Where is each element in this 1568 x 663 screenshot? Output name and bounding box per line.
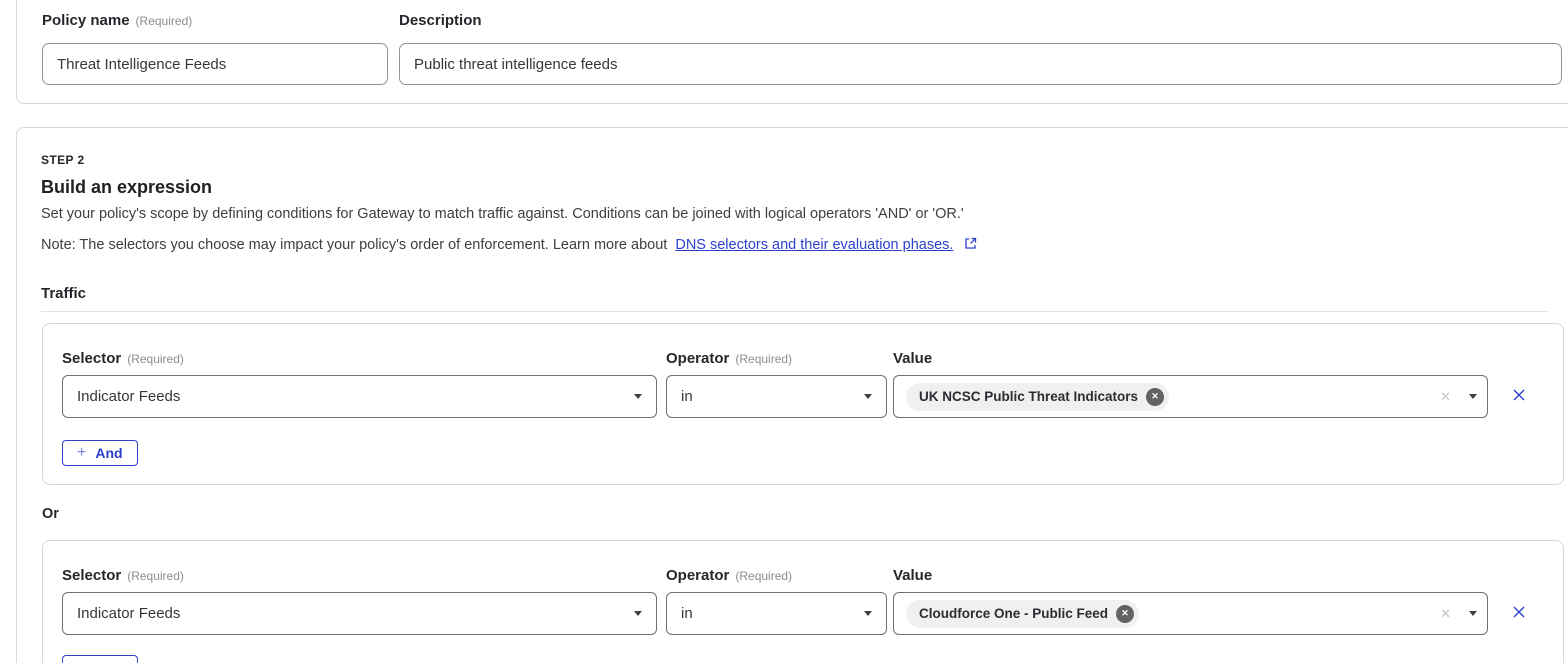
and-button[interactable]: + And — [62, 440, 138, 466]
value-label: Value — [893, 567, 932, 584]
selector-label: Selector — [62, 350, 121, 367]
operator-required: (Required) — [735, 352, 792, 366]
chevron-down-icon — [1469, 394, 1477, 399]
clear-value-icon[interactable]: ✕ — [1440, 389, 1451, 405]
condition1-selector-label-row: Selector (Required) — [62, 350, 184, 368]
gateway-policy-builder-page: Policy name (Required) Description STEP 2… — [0, 0, 1568, 663]
chevron-down-icon — [864, 394, 872, 399]
condition1-value-multiselect[interactable]: UK NCSC Public Threat Indicators ✕ ✕ — [893, 375, 1488, 418]
chevron-down-icon — [1469, 611, 1477, 616]
policy-name-input[interactable] — [42, 43, 388, 85]
description-label-row: Description — [399, 12, 482, 30]
clear-value-icon[interactable]: ✕ — [1440, 606, 1451, 622]
condition1-operator-dropdown[interactable]: in — [666, 375, 887, 418]
step-label: STEP 2 — [41, 153, 85, 167]
condition2-operator-dropdown[interactable]: in — [666, 592, 887, 635]
condition1-value-label-row: Value — [893, 350, 932, 368]
dns-selectors-link[interactable]: DNS selectors and their evaluation phase… — [675, 237, 953, 253]
policy-name-label: Policy name — [42, 12, 130, 29]
operator-value: in — [681, 605, 856, 622]
traffic-label: Traffic — [41, 285, 86, 302]
selector-required: (Required) — [127, 569, 184, 583]
selector-value: Indicator Feeds — [77, 605, 626, 622]
selector-label: Selector — [62, 567, 121, 584]
section-title: Build an expression — [41, 177, 212, 198]
value-label: Value — [893, 350, 932, 367]
tag-remove-icon[interactable]: ✕ — [1116, 605, 1134, 623]
tag-remove-icon[interactable]: ✕ — [1146, 388, 1164, 406]
condition2-selector-dropdown[interactable]: Indicator Feeds — [62, 592, 657, 635]
condition2-value-multiselect[interactable]: Cloudforce One - Public Feed ✕ ✕ — [893, 592, 1488, 635]
condition2-operator-label-row: Operator (Required) — [666, 567, 792, 585]
remove-condition1-icon[interactable] — [1511, 387, 1527, 403]
description-label: Description — [399, 12, 482, 29]
value-tag: UK NCSC Public Threat Indicators ✕ — [906, 383, 1169, 411]
traffic-divider — [41, 311, 1548, 312]
operator-label: Operator — [666, 567, 729, 584]
and-button-label: And — [95, 446, 122, 460]
condition2-selector-label-row: Selector (Required) — [62, 567, 184, 585]
selector-required: (Required) — [127, 352, 184, 366]
operator-required: (Required) — [735, 569, 792, 583]
description-input[interactable] — [399, 43, 1562, 85]
condition2-value-label-row: Value — [893, 567, 932, 585]
chevron-down-icon — [634, 394, 642, 399]
note-text: Note: The selectors you choose may impac… — [41, 237, 667, 253]
value-tag-text: UK NCSC Public Threat Indicators — [919, 389, 1138, 404]
chevron-down-icon — [864, 611, 872, 616]
value-tag-text: Cloudforce One - Public Feed — [919, 606, 1108, 621]
selectors-note: Note: The selectors you choose may impac… — [41, 237, 977, 254]
condition1-operator-label-row: Operator (Required) — [666, 350, 792, 368]
section-subtitle: Set your policy's scope by defining cond… — [41, 206, 964, 222]
value-tag: Cloudforce One - Public Feed ✕ — [906, 600, 1139, 628]
and-button[interactable]: + And — [62, 655, 138, 663]
selector-value: Indicator Feeds — [77, 388, 626, 405]
operator-value: in — [681, 388, 856, 405]
policy-name-label-row: Policy name (Required) — [42, 12, 192, 30]
condition1-selector-dropdown[interactable]: Indicator Feeds — [62, 375, 657, 418]
policy-name-required: (Required) — [136, 14, 193, 28]
or-label: Or — [42, 506, 59, 522]
chevron-down-icon — [634, 611, 642, 616]
remove-condition2-icon[interactable] — [1511, 604, 1527, 620]
operator-label: Operator — [666, 350, 729, 367]
external-link-icon — [964, 237, 977, 254]
plus-icon: + — [77, 445, 86, 461]
